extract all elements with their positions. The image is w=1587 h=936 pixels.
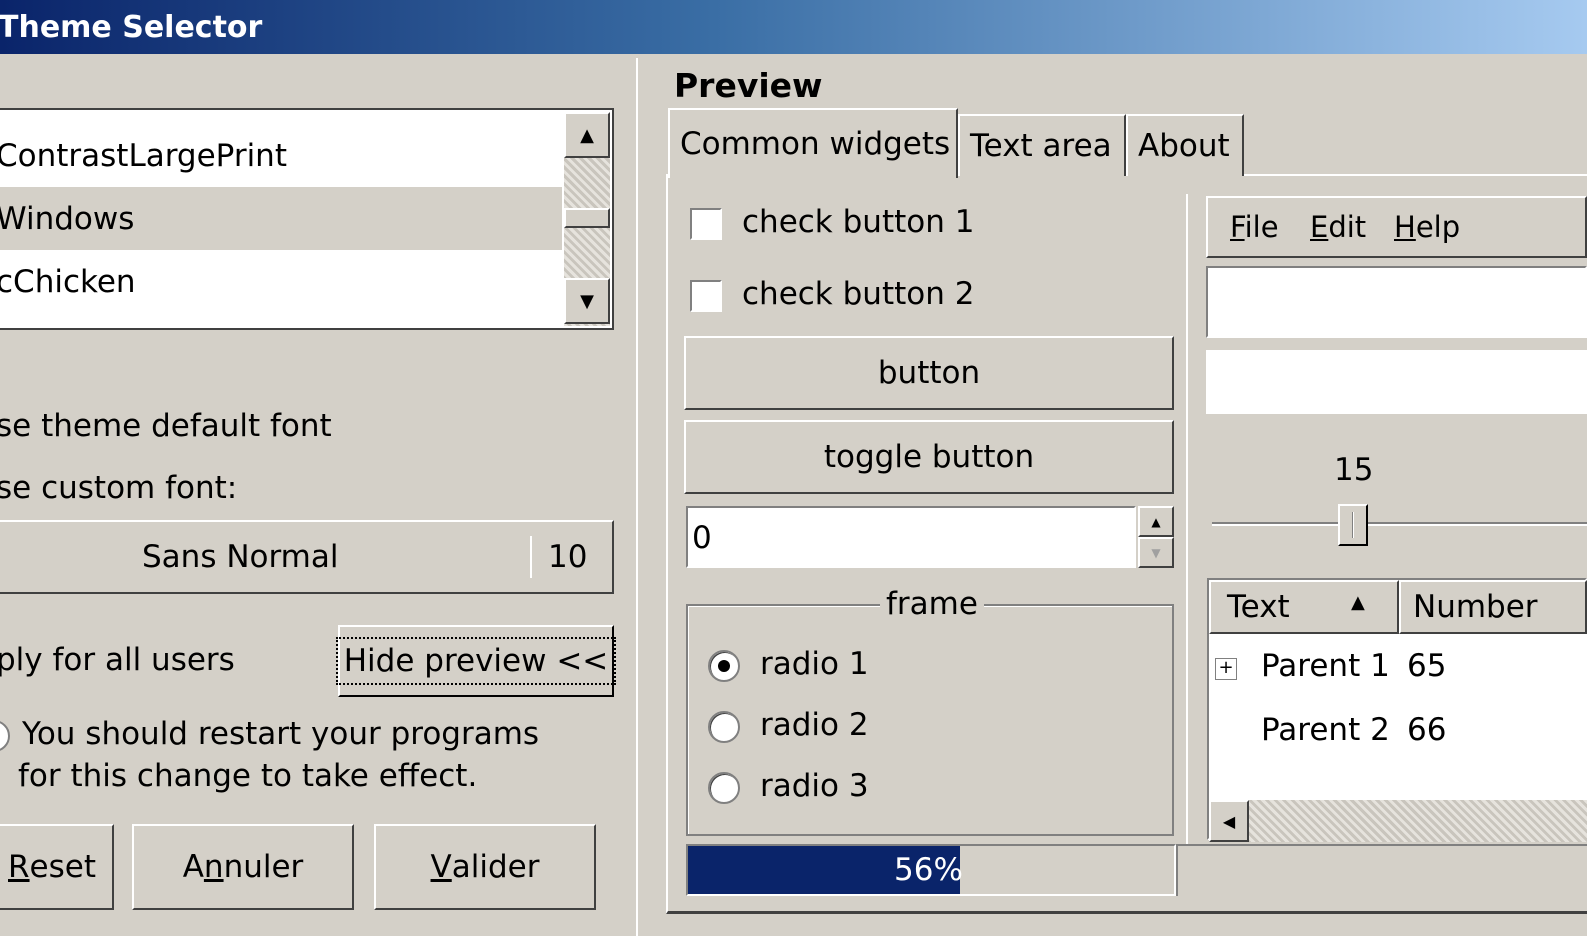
tab-common-widgets[interactable]: Common widgets <box>668 108 958 178</box>
radio-3-button[interactable] <box>708 772 740 804</box>
ok-button[interactable]: Valider <box>374 824 596 910</box>
text-view[interactable] <box>1206 350 1587 414</box>
tree-row-text[interactable]: Parent 2 <box>1261 712 1390 748</box>
scale-grip <box>1352 512 1354 538</box>
font-name: Sans Normal <box>142 539 339 575</box>
tree-row-number: 65 <box>1407 648 1447 684</box>
theme-list[interactable]: ContrastLargePrint Windows cChicken ▲ ▼ <box>0 108 614 330</box>
check-button-2-label[interactable]: check button 2 <box>742 276 974 312</box>
cancel-label-mnemonic: n <box>203 849 224 885</box>
scale-slider-thumb[interactable] <box>1338 504 1368 546</box>
spin-entry[interactable]: 0 <box>686 506 1136 568</box>
tab-label: About <box>1138 128 1230 164</box>
title-bar: Theme Selector <box>0 0 1587 56</box>
radio-3-label[interactable]: radio 3 <box>760 768 869 804</box>
toggle-button[interactable]: toggle button <box>684 420 1174 494</box>
tab-about[interactable]: About <box>1126 114 1244 176</box>
preview-button[interactable]: button <box>684 336 1174 410</box>
spin-down-icon[interactable]: ▼ <box>1138 537 1174 568</box>
cancel-button[interactable]: An nuler <box>132 824 354 910</box>
toggle-button-label: toggle button <box>823 439 1035 475</box>
pane-separator[interactable] <box>636 58 638 936</box>
progress-bar: 56% <box>686 844 1176 896</box>
theme-list-item-label: Windows <box>0 200 135 237</box>
column-header-text[interactable]: Text ▲ <box>1209 580 1399 634</box>
scale-value: 15 <box>1334 452 1374 488</box>
menu-help[interactable]: Help <box>1394 210 1460 244</box>
theme-list-item-label: cChicken <box>0 263 136 300</box>
check-button-1-box[interactable] <box>690 208 722 240</box>
tab-label: Text area <box>970 128 1112 164</box>
check-button-2-box[interactable] <box>690 280 722 312</box>
arrow-down-icon[interactable]: ▼ <box>564 278 610 324</box>
ok-label-mnemonic: V <box>430 849 452 885</box>
text-entry[interactable] <box>1206 266 1587 338</box>
check-button-1-label[interactable]: check button 1 <box>742 204 974 240</box>
hide-preview-label: Hide preview << <box>335 637 617 685</box>
menu-edit-rest: dit <box>1328 210 1367 244</box>
spin-up-icon[interactable]: ▲ <box>1138 506 1174 537</box>
ok-label-post: alider <box>451 849 540 885</box>
cancel-label-pre: A <box>182 849 204 885</box>
preview-button-label: button <box>877 355 981 391</box>
theme-list-scrollbar[interactable]: ▲ ▼ <box>564 112 610 326</box>
font-picker-separator <box>530 536 532 578</box>
frame-label: frame <box>880 586 984 622</box>
radio-1-label[interactable]: radio 1 <box>760 646 869 682</box>
menubar: File Edit Help <box>1206 196 1587 258</box>
spin-value: 0 <box>692 520 712 556</box>
tab-text-area[interactable]: Text area <box>958 114 1126 176</box>
menu-help-rest: elp <box>1415 210 1461 244</box>
status-bar <box>1176 844 1587 896</box>
column-header-text-label: Text <box>1227 589 1290 625</box>
restart-note-line2: for this change to take effect. <box>18 758 478 794</box>
preview-column-separator <box>1186 194 1188 844</box>
tree-row-number: 66 <box>1407 712 1447 748</box>
reset-button[interactable]: Reset <box>0 824 114 910</box>
reset-label-mnemonic: R <box>8 849 30 885</box>
font-size: 10 <box>548 539 588 575</box>
tab-label: Common widgets <box>680 126 951 162</box>
tree-view[interactable]: Text ▲ Number + Parent 1 65 Parent 2 66 … <box>1207 578 1587 842</box>
menu-file[interactable]: File <box>1230 210 1279 244</box>
scale-trough[interactable] <box>1212 522 1587 526</box>
radio-2-label[interactable]: radio 2 <box>760 707 869 743</box>
apply-all-users-checkbox-label[interactable]: ply for all users <box>0 642 235 678</box>
column-header-number-label: Number <box>1413 589 1538 625</box>
menu-file-mnemonic: F <box>1230 210 1245 244</box>
default-font-option[interactable]: se theme default font <box>0 408 332 444</box>
menu-file-rest: ile <box>1244 210 1279 244</box>
radio-1-button[interactable] <box>708 650 740 682</box>
tree-row-text[interactable]: Parent 1 <box>1261 648 1390 684</box>
arrow-up-icon[interactable]: ▲ <box>564 112 610 158</box>
info-icon <box>0 720 10 752</box>
font-picker-button[interactable]: Sans Normal 10 <box>0 520 614 594</box>
sort-ascending-icon: ▲ <box>1351 592 1365 613</box>
menu-edit[interactable]: Edit <box>1310 210 1366 244</box>
cancel-label-post: nuler <box>223 849 304 885</box>
radio-dot-icon <box>718 660 730 672</box>
arrow-left-icon[interactable]: ◀ <box>1209 800 1249 842</box>
progress-label: 56% <box>894 852 963 888</box>
theme-list-item[interactable]: cChicken <box>0 250 562 313</box>
window-title: Theme Selector <box>0 10 263 45</box>
radio-2-button[interactable] <box>708 711 740 743</box>
hide-preview-button[interactable]: Hide preview << <box>335 625 617 697</box>
theme-list-item-label: ContrastLargePrint <box>0 137 287 174</box>
custom-font-option[interactable]: se custom font: <box>0 470 237 506</box>
column-header-number[interactable]: Number <box>1399 580 1587 634</box>
expand-plus-icon[interactable]: + <box>1215 658 1237 680</box>
reset-label-post: eset <box>29 849 96 885</box>
tree-horizontal-scrollbar[interactable]: ◀ <box>1209 800 1587 842</box>
scrollbar-thumb[interactable] <box>564 208 610 228</box>
restart-note-line1: You should restart your programs <box>22 716 540 752</box>
preview-title: Preview <box>674 66 823 105</box>
theme-list-item[interactable]: ContrastLargePrint <box>0 124 562 187</box>
theme-list-item-selected[interactable]: Windows <box>0 187 562 250</box>
menu-edit-mnemonic: E <box>1310 210 1329 244</box>
menu-help-mnemonic: H <box>1394 210 1416 244</box>
